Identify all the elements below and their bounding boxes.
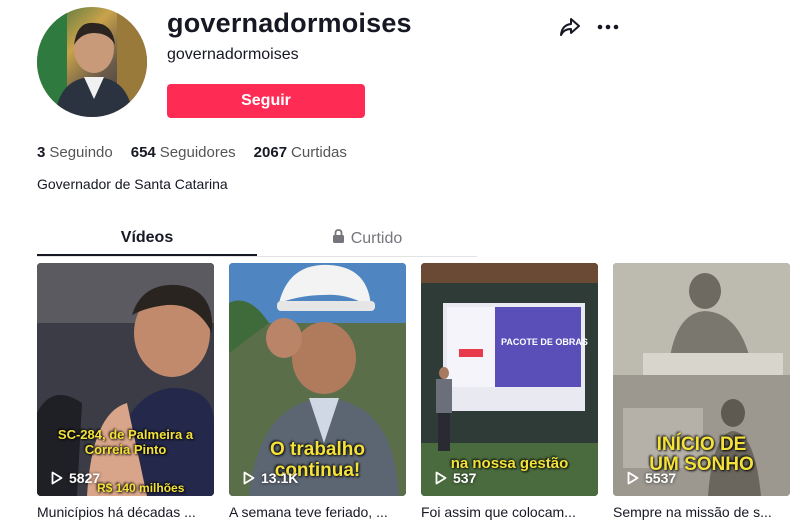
profile-stats: 3 Seguindo 654 Seguidores 2067 Curtidas — [37, 144, 347, 161]
video-card[interactable]: PACOTE DE OBRAS na nossa gestão 537 Foi … — [421, 263, 598, 520]
video-description[interactable]: Sempre na missão de s... — [613, 504, 790, 520]
tab-liked[interactable]: Curtido — [257, 222, 477, 255]
tab-liked-label: Curtido — [350, 229, 403, 247]
play-icon — [51, 471, 63, 485]
video-card[interactable]: O trabalho continua! 13.1K A semana teve… — [229, 263, 406, 520]
tab-videos[interactable]: Vídeos — [37, 222, 257, 256]
video-thumbnail[interactable]: O trabalho continua! 13.1K — [229, 263, 406, 496]
profile-title: governadormoises — [167, 8, 412, 38]
stat-followers[interactable]: 654 Seguidores — [131, 144, 236, 161]
stat-number: 3 — [37, 144, 46, 161]
play-icon — [243, 471, 255, 485]
video-thumbnail[interactable]: PACOTE DE OBRAS na nossa gestão 537 — [421, 263, 598, 496]
video-card[interactable]: SC-284, de Palmeira a Correia Pinto R$ 1… — [37, 263, 214, 520]
video-description[interactable]: Foi assim que colocam... — [421, 504, 598, 520]
video-overlay-subtext: R$ 140 milhões — [97, 481, 185, 495]
share-icon[interactable] — [557, 14, 583, 40]
more-options-icon[interactable] — [595, 14, 621, 40]
view-count-value: 537 — [453, 470, 477, 486]
video-thumbnail[interactable]: INÍCIO DE UM SONHO 5537 — [613, 263, 790, 496]
video-overlay-text: INÍCIO DE UM SONHO — [649, 434, 754, 475]
view-count: 5827 — [51, 470, 100, 486]
avatar — [37, 7, 147, 117]
play-icon — [435, 471, 447, 485]
stat-label: Seguindo — [49, 144, 113, 161]
profile-bio: Governador de Santa Catarina — [37, 176, 228, 192]
screen-text: PACOTE DE OBRAS — [501, 337, 588, 347]
view-count: 5537 — [627, 470, 676, 486]
lock-icon — [332, 228, 345, 249]
video-card[interactable]: INÍCIO DE UM SONHO 5537 Sempre na missão… — [613, 263, 790, 520]
view-count-value: 5827 — [69, 470, 101, 486]
stat-label: Curtidas — [291, 144, 347, 161]
video-overlay-text: SC-284, de Palmeira a Correia Pinto — [57, 427, 194, 457]
view-count-value: 13.1K — [261, 470, 299, 486]
play-icon — [627, 471, 639, 485]
follow-button[interactable]: Seguir — [167, 84, 365, 118]
stat-number: 2067 — [253, 144, 288, 161]
content-tabs: Vídeos Curtido — [37, 222, 477, 257]
video-description[interactable]: Municípios há décadas ... — [37, 504, 214, 520]
view-count: 537 — [435, 470, 476, 486]
stat-label: Seguidores — [159, 144, 236, 161]
profile-subtitle: governadormoises — [167, 46, 299, 63]
stat-following[interactable]: 3 Seguindo — [37, 144, 113, 161]
video-thumbnail[interactable]: SC-284, de Palmeira a Correia Pinto R$ 1… — [37, 263, 214, 496]
stat-number: 654 — [130, 144, 156, 161]
view-count-value: 5537 — [645, 470, 677, 486]
video-grid: SC-284, de Palmeira a Correia Pinto R$ 1… — [37, 263, 790, 520]
video-description[interactable]: A semana teve feriado, ... — [229, 504, 406, 520]
stat-likes: 2067 Curtidas — [254, 144, 347, 161]
view-count: 13.1K — [243, 470, 298, 486]
